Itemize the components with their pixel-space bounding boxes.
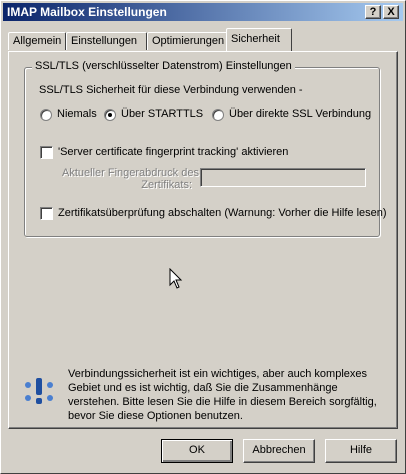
fingerprint-field-label-1: Aktueller Fingerabdruck des [62,167,199,179]
ssl-group-title: SSL/TLS (verschlüsselter Datenstrom) Ein… [32,60,295,72]
ok-button[interactable]: OK [161,439,233,463]
radio-direct-ssl-label[interactable]: Über direkte SSL Verbindung [229,108,371,120]
mouse-cursor-icon [169,268,183,289]
info-exclamation-icon [25,378,53,404]
radio-starttls[interactable] [104,109,116,121]
radio-starttls-label[interactable]: Über STARTTLS [121,108,203,120]
radio-selected-dot [108,113,112,117]
fingerprint-checkbox-label[interactable]: 'Server certificate fingerprint tracking… [58,146,288,158]
radio-direct-ssl[interactable] [212,109,224,121]
disable-cert-check-label[interactable]: Zertifikatsüberprüfung abschalten (Warnu… [58,207,387,219]
help-title-button[interactable]: ? [365,5,381,19]
tab-einstellungen[interactable]: Einstellungen [66,32,147,50]
tab-sicherheit[interactable]: Sicherheit [226,28,292,51]
tab-optimierungen[interactable]: Optimierungen [147,32,229,50]
title-bar: IMAP Mailbox Einstellungen ? X [3,3,403,21]
fingerprint-field [200,168,366,187]
fingerprint-field-label-2: Zertifikats: [141,179,192,191]
tab-allgemein[interactable]: Allgemein [8,32,66,50]
radio-niemals[interactable] [40,109,52,121]
disable-cert-check-checkbox[interactable] [40,207,53,220]
fingerprint-checkbox[interactable] [40,146,53,159]
close-title-button[interactable]: X [383,5,399,19]
help-button[interactable]: Hilfe [325,439,397,463]
ssl-prompt: SSL/TLS Sicherheit für diese Verbindung … [39,84,303,96]
window-title: IMAP Mailbox Einstellungen [7,5,167,19]
radio-niemals-label[interactable]: Niemals [57,108,97,120]
cancel-button[interactable]: Abbrechen [243,439,315,463]
info-text: Verbindungssicherheit ist ein wichtiges,… [68,368,377,422]
